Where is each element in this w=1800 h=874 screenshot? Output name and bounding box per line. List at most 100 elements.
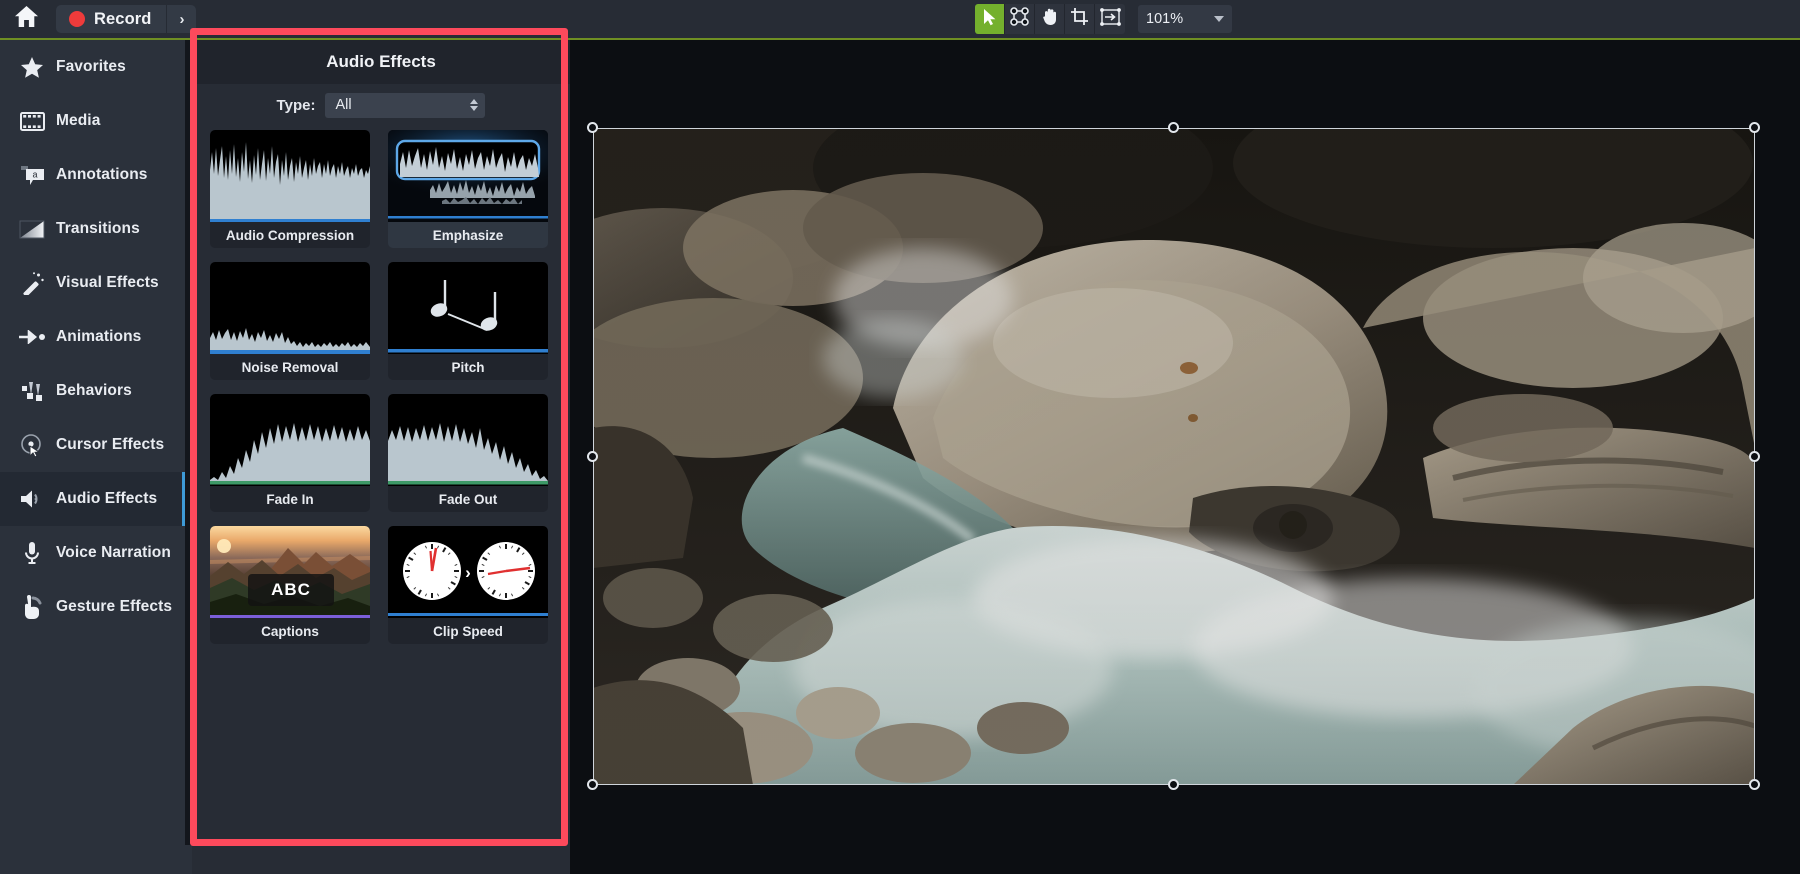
waveform-compressed-thumbnail xyxy=(210,130,370,222)
hand-icon xyxy=(1041,7,1059,31)
sidebar-item-label: Transitions xyxy=(56,220,140,237)
svg-text:a: a xyxy=(32,169,37,179)
zoom-level-dropdown[interactable]: 101% xyxy=(1138,5,1232,33)
sidebar-item-visual-effects[interactable]: Visual Effects xyxy=(0,256,185,310)
selection-handle-icon[interactable] xyxy=(587,122,598,133)
sidebar-item-label: Media xyxy=(56,112,101,129)
page-title: Audio Effects xyxy=(326,52,436,71)
home-icon xyxy=(14,5,39,33)
arrow-cursor-icon xyxy=(982,8,997,31)
selection-handle-icon[interactable] xyxy=(587,779,598,790)
waveform-fade-out-thumbnail xyxy=(388,394,548,486)
sidebar-item-favorites[interactable]: Favorites xyxy=(0,40,185,94)
star-icon xyxy=(8,56,56,79)
panel-title-bar: Audio Effects xyxy=(192,40,570,84)
river-rapids-rocks-photo xyxy=(593,128,1755,785)
sidebar-item-gesture-effects[interactable]: Gesture Effects xyxy=(0,580,185,634)
media-stage[interactable] xyxy=(593,128,1755,785)
sidebar-item-media[interactable]: Media xyxy=(0,94,185,148)
sidebar-item-annotations[interactable]: a Annotations xyxy=(0,148,185,202)
effects-panel: Audio Effects Type: All Audio Compressio… xyxy=(192,40,570,845)
record-options-button[interactable]: › xyxy=(166,5,196,33)
captions-photo-thumbnail: ABC xyxy=(210,526,370,618)
speaker-icon xyxy=(8,488,56,510)
music-notes-thumbnail xyxy=(388,262,548,354)
sidebar-item-label: Behaviors xyxy=(56,382,132,399)
effect-tile-pitch[interactable]: Pitch xyxy=(388,262,548,380)
selection-handle-icon[interactable] xyxy=(1168,779,1179,790)
effect-tile-label: Emphasize xyxy=(388,222,548,248)
hand-pan-tool-button[interactable] xyxy=(1035,4,1065,34)
canvas-bottom-bg xyxy=(570,845,1800,874)
effect-tile-label: Fade Out xyxy=(388,486,548,512)
sidebar-item-voice-narration[interactable]: Voice Narration xyxy=(0,526,185,580)
effect-tile-emphasize[interactable]: Emphasize xyxy=(388,130,548,248)
selection-handle-icon[interactable] xyxy=(587,451,598,462)
effect-tile-fade-out[interactable]: Fade Out xyxy=(388,394,548,512)
caption-text: ABC xyxy=(271,580,311,599)
node-edit-tool-button[interactable] xyxy=(1005,4,1035,34)
caption-overlay-box: ABC xyxy=(248,574,334,606)
microphone-icon xyxy=(8,541,56,566)
home-button[interactable] xyxy=(0,0,52,38)
stepper-up-down-icon xyxy=(470,99,479,111)
selection-handle-icon[interactable] xyxy=(1168,122,1179,133)
effects-grid: Audio Compression Emphasize Noise Remova… xyxy=(192,126,570,644)
top-toolbar: Record › 101% xyxy=(0,0,1800,38)
sidebar-item-cursor-effects[interactable]: Cursor Effects xyxy=(0,418,185,472)
effect-tile-label: Captions xyxy=(210,618,370,644)
node-points-icon xyxy=(1010,7,1029,31)
transform-tool-button[interactable] xyxy=(1095,4,1125,34)
film-strip-icon xyxy=(8,111,56,131)
arrow-motion-icon xyxy=(8,330,56,344)
effect-tile-captions[interactable]: ABC Captions xyxy=(210,526,370,644)
sidebar-item-label: Annotations xyxy=(56,166,148,183)
sidebar-item-transitions[interactable]: Transitions xyxy=(0,202,185,256)
type-filter-row: Type: All xyxy=(192,84,570,126)
sidebar-item-label: Cursor Effects xyxy=(56,436,165,453)
behaviors-icon xyxy=(8,380,56,402)
chevron-right-icon: › xyxy=(179,10,185,28)
app-window: Record › 101% Favorites Media a Annotati… xyxy=(0,0,1800,874)
effect-tile-label: Fade In xyxy=(210,486,370,512)
sidebar-item-behaviors[interactable]: Behaviors xyxy=(0,364,185,418)
effect-accent-line xyxy=(210,615,370,618)
callout-a-icon: a xyxy=(8,165,56,186)
bottom-strip xyxy=(0,845,1800,874)
sidebar-item-audio-effects[interactable]: Audio Effects xyxy=(0,472,185,526)
record-button[interactable]: Record xyxy=(56,5,166,33)
panel-bottom-bg xyxy=(192,845,570,874)
effect-tile-label: Noise Removal xyxy=(210,354,370,380)
effect-tile-clip-speed[interactable]: › Clip Speed xyxy=(388,526,548,644)
sidebar-item-label: Visual Effects xyxy=(56,274,159,291)
effect-tile-label: Pitch xyxy=(388,354,548,380)
type-filter-value: All xyxy=(335,97,352,113)
record-control-group: Record › xyxy=(56,5,197,33)
sidebar-item-label: Favorites xyxy=(56,58,126,75)
two-clocks-thumbnail: › xyxy=(388,526,548,618)
record-button-label: Record xyxy=(94,9,152,28)
preview-canvas-area[interactable] xyxy=(570,40,1800,874)
sidebar-item-label: Voice Narration xyxy=(56,544,171,561)
gradient-square-icon xyxy=(8,220,56,239)
selection-handle-icon[interactable] xyxy=(1749,122,1760,133)
waveform-emphasized-thumbnail xyxy=(388,130,548,222)
magic-wand-icon xyxy=(8,271,56,295)
type-filter-select[interactable]: All xyxy=(325,92,486,118)
canvas-tool-group xyxy=(975,4,1125,34)
effect-tile-label: Audio Compression xyxy=(210,222,370,248)
selection-handle-icon[interactable] xyxy=(1749,779,1760,790)
crop-tool-button[interactable] xyxy=(1065,4,1095,34)
select-tool-button[interactable] xyxy=(975,4,1005,34)
selection-handle-icon[interactable] xyxy=(1749,451,1760,462)
resize-arrow-icon xyxy=(1099,7,1121,31)
chevron-down-icon xyxy=(1214,16,1224,22)
type-filter-label: Type: xyxy=(276,96,316,114)
crop-icon xyxy=(1070,7,1089,31)
effect-tile-audio-compression[interactable]: Audio Compression xyxy=(210,130,370,248)
effect-tile-fade-in[interactable]: Fade In xyxy=(210,394,370,512)
zoom-level-value: 101% xyxy=(1146,11,1184,27)
record-dot-icon xyxy=(69,11,85,27)
sidebar-item-animations[interactable]: Animations xyxy=(0,310,185,364)
effect-tile-noise-removal[interactable]: Noise Removal xyxy=(210,262,370,380)
